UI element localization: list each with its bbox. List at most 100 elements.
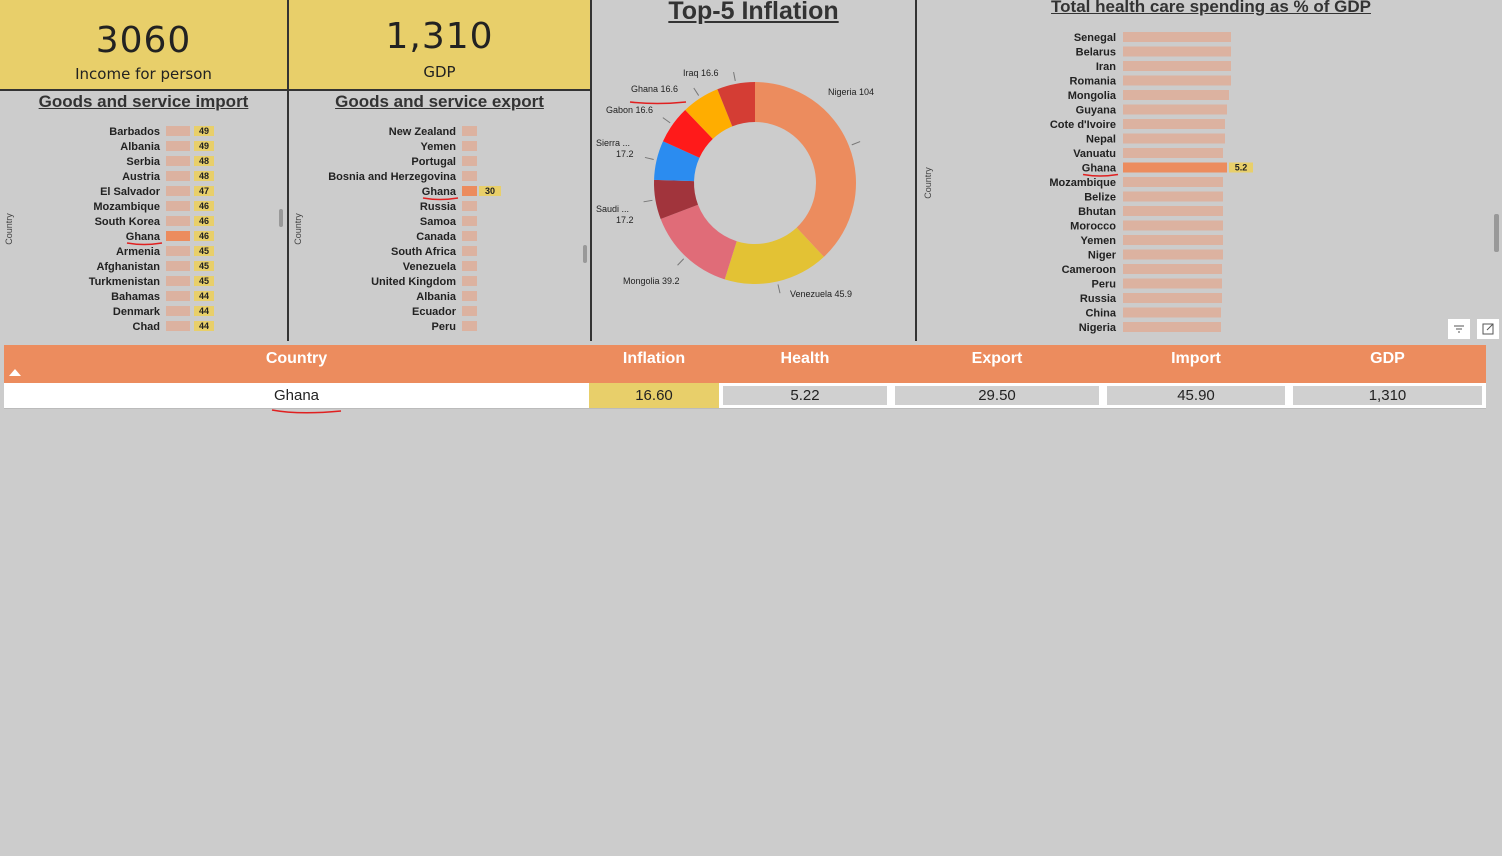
category-label: Nigeria [1079,322,1117,334]
data-label: 47 [199,186,209,196]
bar [1123,278,1222,289]
category-label: Mongolia [1068,90,1117,102]
slice-label: Saudi ... 17.2 [596,204,634,225]
category-label: Ghana [1082,163,1117,175]
focus-mode-icon[interactable] [1476,318,1500,340]
y-axis-label: Country [923,167,933,199]
bar [1123,148,1223,158]
slice-label: Mongolia 39.2 [623,276,680,286]
bar [166,276,190,286]
category-label: Ecuador [412,306,457,318]
highlight-underline [629,101,687,105]
leader-line [677,258,685,266]
health-scrollbar[interactable] [1494,214,1499,252]
category-label: Mozambique [1049,177,1116,189]
bar [1123,119,1225,129]
category-label: El Salvador [100,186,161,198]
bar [462,171,477,181]
category-label: China [1085,308,1116,320]
category-label: Bahamas [111,291,160,303]
slice-label: Iraq 16.6 [683,68,719,78]
highlight-underline [422,197,459,201]
bar [1123,322,1221,332]
slice-label: Ghana 16.6 [631,84,678,94]
bar [1123,90,1229,100]
category-label: Vanuatu [1073,148,1116,160]
bar [462,201,477,211]
category-label: United Kingdom [371,276,456,288]
col-header-health[interactable]: Health [719,345,891,383]
data-label: 45 [199,261,209,271]
sort-ascending-icon[interactable] [8,367,22,377]
import-chart: Country Barbados 49 Albania 49 Serbia 48 Austri… [4,126,214,333]
col-header-country[interactable]: Country [4,345,589,383]
bar [462,216,477,226]
data-label: 45 [199,246,209,256]
slice-label: Venezuela 45.9 [790,289,852,299]
category-label: Ghana [126,231,161,243]
data-label: 44 [199,306,209,316]
bar [1123,46,1231,57]
bar [462,306,477,316]
category-label: Barbados [109,126,160,138]
export-scrollbar[interactable] [583,245,587,263]
import-scrollbar[interactable] [279,209,283,227]
category-label: Chad [133,321,161,333]
cell-health: 5.22 [723,386,887,405]
col-header-inflation[interactable]: Inflation [589,345,719,383]
data-label: 44 [199,321,209,331]
bar [462,186,477,196]
category-label: South Africa [391,246,457,258]
category-label: Mozambique [93,201,160,213]
cell-import: 45.90 [1107,386,1285,405]
col-header-gdp[interactable]: GDP [1289,345,1486,383]
leader-line [733,71,736,81]
filter-icon[interactable] [1447,318,1471,340]
bar [1123,191,1223,202]
bar [462,246,477,256]
bar [462,141,477,151]
bar [1123,61,1231,71]
col-header-import[interactable]: Import [1103,345,1289,383]
ghana-underline-annotation [271,409,342,414]
category-label: Yemen [421,141,457,153]
bar [166,291,190,301]
highlight-underline [126,242,163,246]
category-label: New Zealand [389,126,456,138]
bar [166,126,190,136]
leader-line [777,284,781,294]
y-axis-label: Country [293,213,303,245]
category-label: Cote d'Ivoire [1050,119,1116,131]
bar [462,321,477,331]
bar [1123,75,1231,86]
leader-line [851,141,861,146]
health-chart: Country Senegal Belarus Iran Romania Mongolia… [923,32,1253,334]
category-label: Turkmenistan [89,276,161,288]
import-chart-panel: Goods and service import Country Barbados… [0,91,287,341]
category-label: Romania [1070,76,1117,88]
bar [1123,162,1227,173]
cell-gdp: 1,310 [1293,386,1482,405]
data-label: 49 [199,126,209,136]
table-row[interactable]: Ghana 16.60 5.22 29.50 45.90 1,310 [4,383,1486,409]
leader-line [662,117,671,124]
category-label: Albania [416,291,457,303]
bar [166,261,190,271]
cell-country: Ghana [273,387,320,404]
gdp-kpi-label: GDP [423,63,456,81]
col-header-export[interactable]: Export [891,345,1103,383]
category-label: Afghanistan [96,261,160,273]
category-label: Denmark [113,306,161,318]
cell-inflation: 16.60 [589,383,719,408]
bar [1123,307,1221,318]
inflation-donut-chart: Nigeria 104 Venezuela 45.9 Mongolia 39.2 Sa… [596,68,874,299]
slice-label: Sierra ... 17.2 [596,138,634,159]
bar [166,321,190,331]
bar [1123,293,1222,303]
income-kpi-label: Income for person [75,65,212,83]
category-label: Bhutan [1078,206,1116,218]
gdp-kpi-card: 1,310 GDP [289,0,592,90]
bar [1123,264,1222,274]
pie-slice [755,82,856,257]
bar [1123,220,1223,231]
